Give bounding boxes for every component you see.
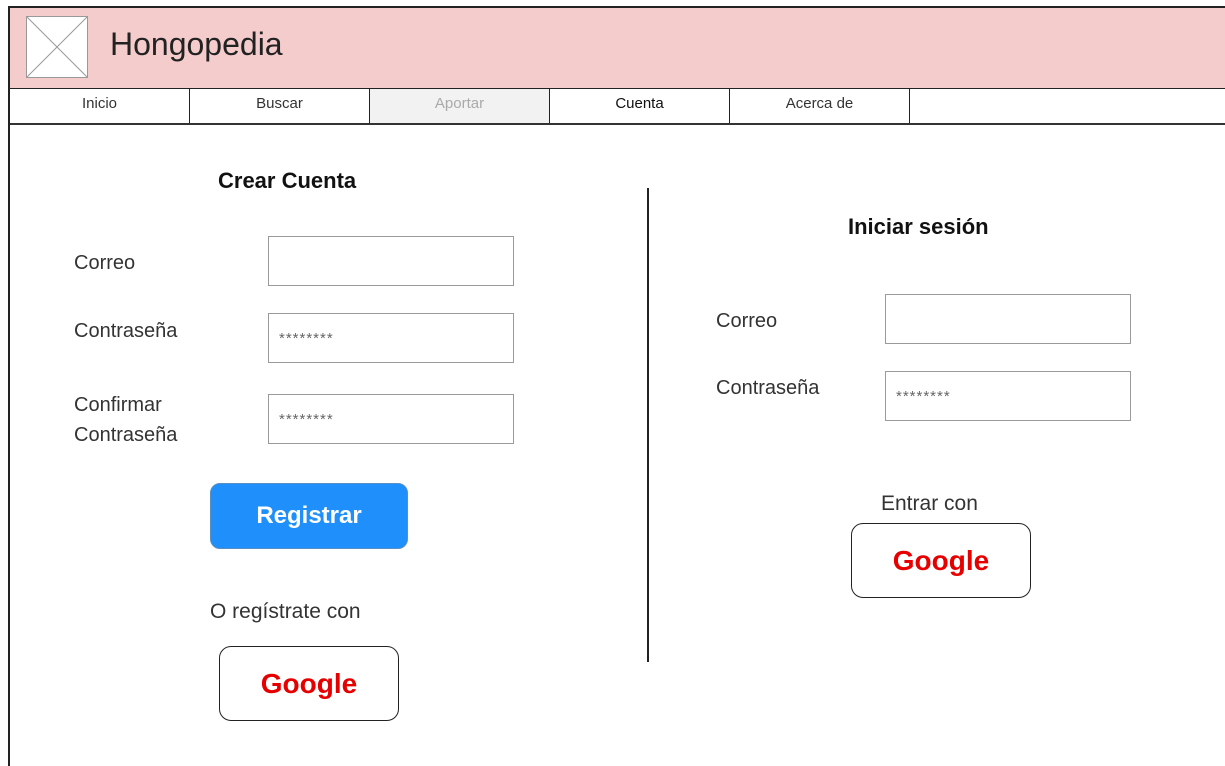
login-alt-caption: Entrar con (881, 492, 978, 515)
tab-aportar[interactable]: Aportar (370, 89, 550, 123)
login-password-input[interactable] (885, 371, 1131, 421)
tab-acerca-de[interactable]: Acerca de (730, 89, 910, 123)
register-email-label: Correo (74, 252, 136, 274)
logo-placeholder-graphic (26, 16, 88, 78)
image-placeholder-icon (26, 16, 88, 78)
register-confirm-label-line1: Confirmar (74, 394, 162, 416)
register-button[interactable]: Registrar (210, 483, 408, 549)
tab-inicio[interactable]: Inicio (10, 89, 190, 123)
login-heading: Iniciar sesión (848, 214, 989, 239)
register-password-label: Contraseña (74, 320, 178, 342)
tab-cuenta[interactable]: Cuenta (550, 89, 730, 123)
register-heading: Crear Cuenta (218, 168, 357, 193)
tab-buscar[interactable]: Buscar (190, 89, 370, 123)
register-alt-caption: O regístrate con (210, 600, 361, 623)
register-email-input[interactable] (268, 236, 514, 286)
title-bar: Hongopedia (10, 8, 1225, 89)
nav-bar: Inicio Buscar Aportar Cuenta Acerca de (10, 89, 1225, 125)
register-confirm-label-line2: Contraseña (74, 424, 178, 446)
register-confirm-input[interactable] (268, 394, 514, 444)
app-title: Hongopedia (110, 26, 283, 62)
register-password-input[interactable] (268, 313, 514, 363)
register-google-button[interactable]: Google (219, 646, 399, 721)
login-email-label: Correo (716, 310, 778, 332)
login-google-button[interactable]: Google (851, 523, 1031, 598)
section-divider (647, 188, 649, 662)
login-password-label: Contraseña (716, 377, 820, 399)
login-email-input[interactable] (885, 294, 1131, 344)
